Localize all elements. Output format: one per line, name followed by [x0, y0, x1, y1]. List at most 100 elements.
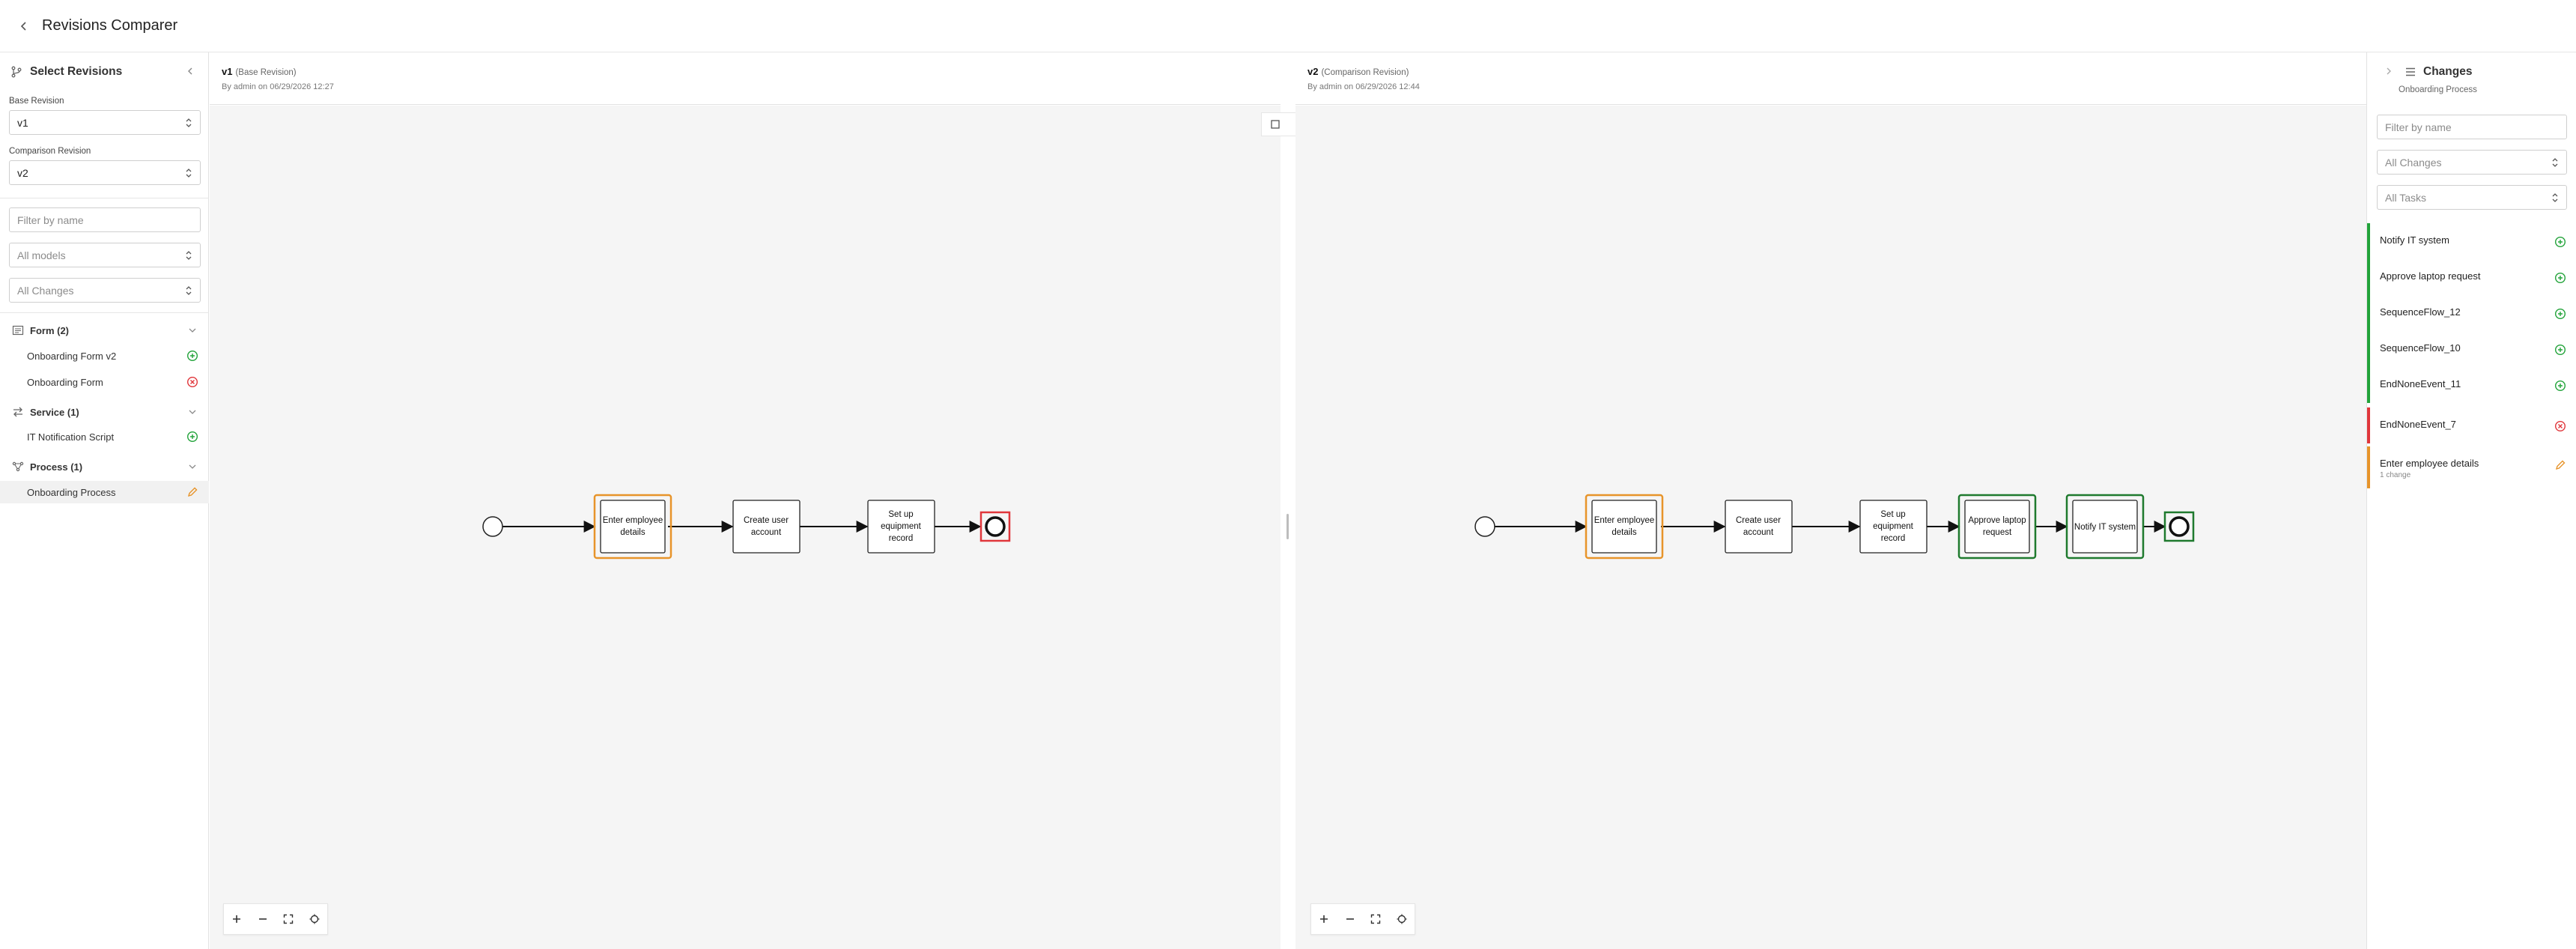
list-item[interactable]: Onboarding Form v2: [0, 345, 209, 367]
added-marker: [2367, 259, 2370, 295]
list-icon: [2406, 67, 2415, 76]
list-item[interactable]: IT Notification Script: [0, 425, 209, 448]
back-arrow-icon[interactable]: [16, 19, 31, 34]
select-caret-icon: [2552, 158, 2558, 167]
changes-filter-select[interactable]: All Changes: [9, 278, 201, 303]
change-label: Approve laptop request: [2380, 270, 2481, 282]
zoom-in-icon[interactable]: [228, 910, 246, 928]
models-filter-value: All models: [17, 249, 66, 261]
zoom-out-icon[interactable]: [1341, 910, 1359, 928]
task-set-up-equipment-record[interactable]: Set up equipment record: [867, 500, 935, 554]
comparison-version-role: (Comparison Revision): [1321, 68, 1409, 77]
change-item[interactable]: Approve laptop request: [2367, 259, 2576, 295]
group-service[interactable]: Service (1): [0, 401, 209, 423]
added-icon: [2554, 236, 2566, 248]
change-item[interactable]: Notify IT system: [2367, 223, 2576, 259]
fit-screen-icon[interactable]: [1367, 910, 1385, 928]
comparison-version-number: v2: [1307, 66, 1319, 77]
select-caret-icon: [186, 169, 192, 178]
zoom-out-icon[interactable]: [254, 910, 272, 928]
change-item[interactable]: SequenceFlow_12: [2367, 295, 2576, 331]
start-event[interactable]: [1474, 516, 1495, 537]
added-icon: [2554, 380, 2566, 392]
reset-view-icon[interactable]: [1393, 910, 1411, 928]
base-author: By admin on 06/29/2026 12:27: [222, 82, 334, 91]
task-create-user-account[interactable]: Create user account: [732, 500, 801, 554]
list-item-selected[interactable]: Onboarding Process: [0, 481, 209, 503]
collapse-left-icon[interactable]: [185, 66, 195, 76]
task-enter-employee-details[interactable]: Enter employee details: [593, 494, 672, 560]
select-revisions-title: Select Revisions: [30, 65, 123, 78]
changes-title: Changes: [2423, 65, 2473, 78]
group-process[interactable]: Process (1): [0, 455, 209, 478]
item-label: Onboarding Form v2: [27, 350, 117, 362]
base-revision-label: Base Revision: [9, 97, 64, 106]
filter-models-input[interactable]: [9, 207, 201, 232]
task-enter-employee-details[interactable]: Enter employee details: [1585, 494, 1664, 560]
filter-changes-input[interactable]: [2377, 115, 2567, 139]
chevron-down-icon: [189, 410, 196, 414]
group-title: Process (1): [30, 461, 83, 473]
changes-subtitle: Onboarding Process: [2399, 85, 2477, 94]
group-form[interactable]: Form (2): [0, 319, 209, 342]
fit-screen-icon[interactable]: [279, 910, 297, 928]
item-label: IT Notification Script: [27, 431, 115, 443]
removed-marker: [2367, 407, 2370, 443]
base-revision-value: v1: [17, 116, 28, 129]
end-event-removed[interactable]: [979, 511, 1011, 542]
comparison-version: v2 (Comparison Revision): [1307, 66, 1409, 77]
zoom-in-icon[interactable]: [1315, 910, 1333, 928]
change-type-value: All Changes: [2385, 156, 2442, 169]
added-marker: [2367, 295, 2370, 331]
added-marker: [2367, 223, 2370, 259]
top-bar: Revisions Comparer: [0, 0, 2576, 52]
select-caret-icon: [186, 286, 192, 295]
select-revisions-header: Select Revisions: [0, 52, 209, 91]
base-version: v1 (Base Revision): [222, 66, 297, 77]
change-type-select[interactable]: All Changes: [2377, 150, 2567, 175]
change-item[interactable]: SequenceFlow_10: [2367, 331, 2576, 367]
form-icon: [12, 325, 24, 336]
base-version-number: v1: [222, 66, 233, 77]
change-item[interactable]: Enter employee details 1 change: [2367, 446, 2576, 488]
pencil-icon: [187, 487, 198, 497]
comparison-canvas[interactable]: Enter employee details Create user account…: [1295, 106, 2366, 949]
change-label: SequenceFlow_10: [2380, 342, 2461, 354]
change-item[interactable]: EndNoneEvent_7: [2367, 407, 2576, 443]
removed-icon: [2554, 420, 2566, 432]
element-type-select[interactable]: All Tasks: [2377, 185, 2567, 210]
comparison-revision-value: v2: [17, 166, 28, 179]
single-view-icon[interactable]: [1267, 116, 1284, 133]
app-title: Revisions Comparer: [42, 17, 178, 34]
group-title: Form (2): [30, 324, 69, 336]
comparison-diagram: Enter employee details Create user account…: [1474, 494, 2195, 560]
chevron-right-icon[interactable]: [2384, 66, 2394, 76]
task-create-user-account[interactable]: Create user account: [1725, 500, 1793, 554]
element-type-value: All Tasks: [2385, 191, 2426, 204]
end-event-added[interactable]: [2163, 511, 2195, 542]
task-notify-it-system[interactable]: Notify IT system: [2065, 494, 2145, 560]
svg-text:Notify IT system: Notify IT system: [2074, 523, 2136, 532]
list-item[interactable]: Onboarding Form: [0, 371, 209, 393]
task-approve-laptop-request[interactable]: Approve laptop request: [1957, 494, 2037, 560]
change-item[interactable]: EndNoneEvent_11: [2367, 367, 2576, 403]
reset-view-icon[interactable]: [306, 910, 323, 928]
pane-splitter[interactable]: [1281, 105, 1295, 949]
added-icon: [2554, 308, 2566, 320]
base-canvas[interactable]: Enter employee details Create user account…: [210, 106, 1281, 949]
splitter-grip[interactable]: [1287, 514, 1289, 539]
divider: [0, 312, 209, 313]
comparison-revision-label: Comparison Revision: [9, 147, 91, 156]
task-set-up-equipment-record[interactable]: Set up equipment record: [1859, 500, 1928, 554]
change-detail: 1 change: [2380, 471, 2411, 479]
left-sidebar: Select Revisions Base Revision v1 Compar…: [0, 52, 209, 949]
branch-icon: [11, 66, 22, 78]
base-revision-select[interactable]: v1: [9, 110, 201, 135]
start-event[interactable]: [482, 516, 503, 537]
added-icon: [186, 431, 198, 443]
added-icon: [2554, 344, 2566, 356]
models-filter-select[interactable]: All models: [9, 243, 201, 267]
comparison-revision-select[interactable]: v2: [9, 160, 201, 185]
chevron-down-icon: [189, 328, 196, 333]
item-label: Onboarding Process: [27, 486, 116, 498]
